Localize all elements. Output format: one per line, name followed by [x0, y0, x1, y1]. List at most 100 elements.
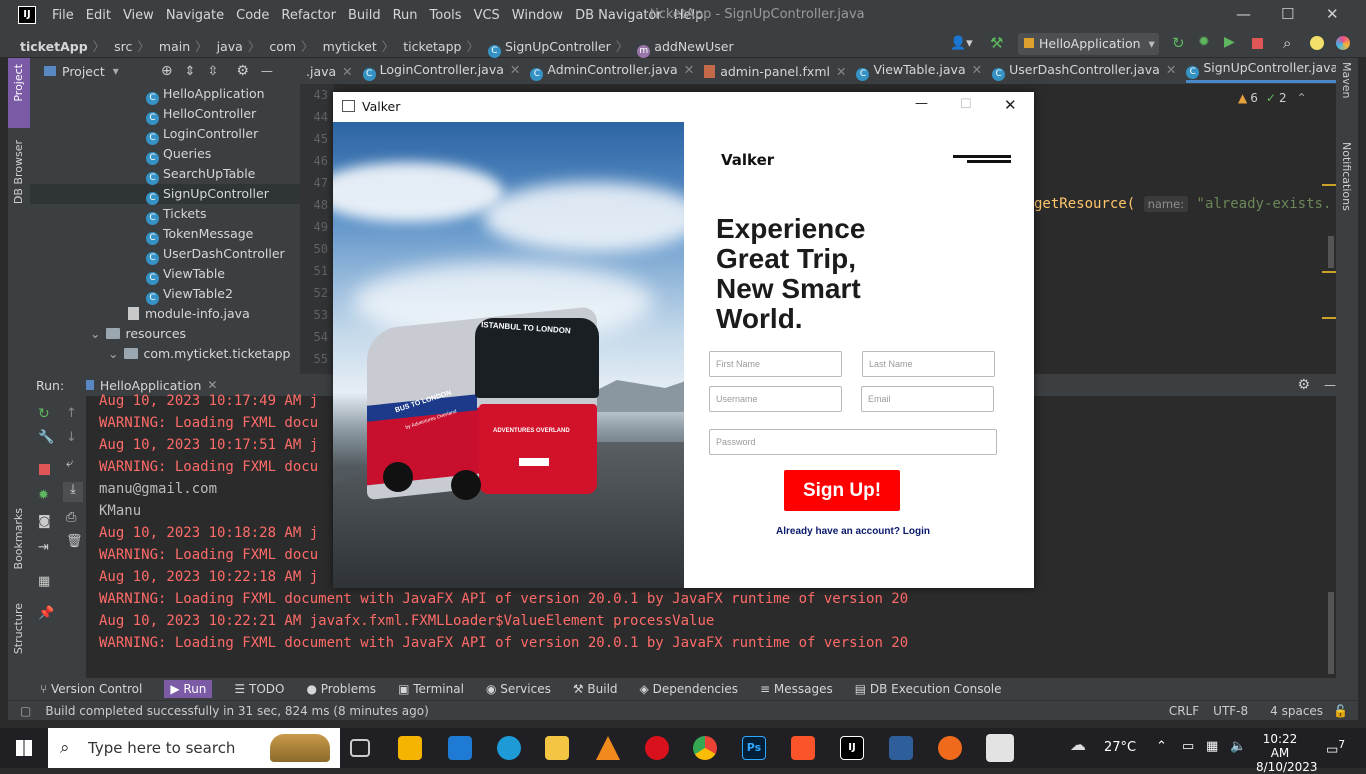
arrow-up-icon[interactable]: ↑	[66, 406, 77, 421]
menu-run[interactable]: Run	[393, 8, 418, 23]
photoshop-icon[interactable]: Ps	[742, 736, 766, 760]
tab-db-execution-console[interactable]: ▤ DB Execution Console	[855, 682, 1002, 696]
status-message[interactable]: Build completed successfully in 31 sec, …	[45, 704, 428, 718]
tree-item-viewtable[interactable]: C ViewTable	[30, 264, 300, 285]
run-configuration-select[interactable]: HelloApplication ▾	[1018, 33, 1159, 55]
minimize-icon[interactable]: —	[915, 96, 928, 111]
microsoft-store-icon[interactable]	[398, 736, 422, 760]
maximize-icon[interactable]: ☐	[960, 97, 972, 112]
tree-item-userdashcontroller[interactable]: C UserDashController	[30, 244, 300, 265]
tree-item-viewtable2[interactable]: C ViewTable2	[30, 284, 300, 305]
brave-browser-icon[interactable]	[791, 736, 815, 760]
rerun-icon[interactable]: ↻	[1172, 34, 1185, 52]
tab-build[interactable]: ⚒ Build	[573, 682, 618, 696]
breadcrumb-class[interactable]: SignUpController	[505, 39, 611, 54]
tree-item-package[interactable]: ⌄ com.myticket.ticketapp	[30, 344, 300, 364]
breadcrumb-project[interactable]: ticketApp	[20, 39, 88, 54]
menu-file[interactable]: File	[52, 8, 74, 23]
tab-todo[interactable]: ☰ TODO	[234, 682, 284, 696]
toggle-tool-windows-icon[interactable]: ▢	[20, 704, 31, 718]
hide-panel-icon[interactable]: —	[261, 64, 273, 78]
taskbar-search-input[interactable]: ⌕ Type here to search	[48, 728, 340, 768]
weather-icon[interactable]: ☁	[1070, 735, 1086, 754]
layout-icon[interactable]: ▦	[38, 574, 50, 589]
windows-start-icon[interactable]	[16, 740, 32, 756]
tab-problems[interactable]: ● Problems	[306, 682, 376, 696]
file-encoding[interactable]: UTF-8	[1213, 704, 1248, 718]
vlc-icon[interactable]	[596, 736, 620, 760]
trash-icon[interactable]: 🗑	[66, 534, 83, 549]
project-panel-title[interactable]: Project	[62, 64, 105, 79]
close-tab-icon[interactable]: ✕	[836, 64, 846, 79]
editor-tab-partial[interactable]: .java ✕	[306, 64, 353, 79]
file-explorer-icon[interactable]	[545, 736, 569, 760]
breadcrumb-java[interactable]: java	[217, 39, 243, 54]
stop-icon[interactable]	[39, 464, 50, 475]
opera-icon[interactable]	[645, 736, 669, 760]
breadcrumb-method[interactable]: addNewUser	[654, 39, 733, 54]
exit-icon[interactable]: ⇥	[38, 540, 49, 555]
intellij-idea-icon[interactable]: IJ	[840, 736, 864, 760]
editor-tab-viewtable[interactable]: C ViewTable.java ✕	[856, 62, 982, 81]
tree-item-resources[interactable]: ⌄ resources	[30, 324, 300, 344]
warning-stripe[interactable]	[1322, 317, 1336, 319]
minimize-icon[interactable]: —	[1236, 5, 1251, 23]
username-field[interactable]: Username	[709, 386, 842, 412]
tree-item-module-info[interactable]: module-info.java	[30, 304, 300, 324]
email-field[interactable]: Email	[861, 386, 994, 412]
wrench-icon[interactable]: 🔧	[38, 430, 54, 445]
rerun-icon[interactable]: ↻	[38, 406, 50, 422]
updates-icon[interactable]	[1310, 36, 1324, 50]
stop-icon[interactable]	[1252, 38, 1263, 49]
chevron-down-icon[interactable]: ⌄	[108, 346, 118, 361]
build-hammer-icon[interactable]: ⚒	[990, 34, 1003, 52]
last-name-field[interactable]: Last Name	[862, 351, 995, 377]
notifications-tool-tab[interactable]: Notifications	[1340, 142, 1353, 211]
tree-item-logincontroller[interactable]: C LoginController	[30, 124, 300, 145]
menu-code[interactable]: Code	[236, 8, 269, 23]
editor-tab-logincontroller[interactable]: C LoginController.java ✕	[362, 62, 520, 81]
intellij-logo-icon[interactable]: IJ	[18, 6, 36, 24]
close-tab-icon[interactable]: ✕	[1166, 62, 1176, 77]
java-app-icon[interactable]	[986, 734, 1014, 762]
tab-terminal[interactable]: ▣ Terminal	[398, 682, 464, 696]
debug-icon[interactable]: ✹	[1198, 34, 1210, 50]
breadcrumb-main[interactable]: main	[159, 39, 190, 54]
tree-item-tokenmessage[interactable]: C TokenMessage	[30, 224, 300, 245]
gear-icon[interactable]: ⚙	[236, 63, 249, 79]
structure-tool-tab[interactable]: Structure	[12, 603, 25, 654]
signup-button[interactable]: Sign Up!	[784, 470, 900, 511]
editor-tab-userdashcontroller[interactable]: C UserDashController.java ✕	[992, 62, 1176, 81]
tab-run[interactable]: ▶ Run	[164, 680, 213, 698]
temperature[interactable]: 27°C	[1104, 740, 1136, 755]
volume-icon[interactable]: 🔈	[1230, 739, 1246, 754]
project-tool-tab[interactable]: Project	[8, 58, 30, 128]
tree-item-signupcontroller[interactable]: C SignUpController	[30, 184, 300, 205]
indent-setting[interactable]: 4 spaces	[1270, 704, 1323, 718]
mail-icon[interactable]	[448, 736, 472, 760]
collapse-all-icon[interactable]: ⇳	[207, 64, 218, 79]
menu-build[interactable]: Build	[348, 8, 381, 23]
menu-tools[interactable]: Tools	[430, 8, 462, 23]
editor-tab-admincontroller[interactable]: C AdminController.java ✕	[530, 62, 694, 81]
chevron-up-icon[interactable]: ⌃	[1297, 91, 1307, 105]
signup-window-titlebar[interactable]: Valker — ☐ ✕	[333, 92, 1034, 122]
maven-tool-tab[interactable]: Maven	[1340, 62, 1353, 98]
tab-messages[interactable]: ≡ Messages	[760, 682, 833, 696]
editor-scrollbar[interactable]	[1328, 236, 1334, 268]
scroll-to-end-icon[interactable]: ⤓	[63, 482, 83, 502]
code-line[interactable]: getResource( name: "already-exists.	[1034, 196, 1331, 212]
tree-item-hellocontroller[interactable]: C HelloController	[30, 104, 300, 125]
tree-item-tickets[interactable]: C Tickets	[30, 204, 300, 225]
password-field[interactable]: Password	[709, 429, 997, 455]
search-icon[interactable]: ⌕	[1283, 34, 1291, 52]
db-browser-tool-tab[interactable]: DB Browser	[12, 140, 25, 204]
lock-icon[interactable]: 🔓	[1333, 704, 1348, 718]
menu-navigate[interactable]: Navigate	[166, 8, 224, 23]
editor-tab-signupcontroller[interactable]: CSignUpController.java✕	[1186, 60, 1355, 83]
tab-dependencies[interactable]: ◈ Dependencies	[640, 682, 738, 696]
soft-wrap-icon[interactable]: ⤶	[66, 456, 73, 471]
hamburger-menu-icon[interactable]	[953, 155, 1011, 163]
user-icon[interactable]: 👤▾	[950, 36, 973, 51]
debug-icon[interactable]: ✹	[38, 488, 49, 503]
